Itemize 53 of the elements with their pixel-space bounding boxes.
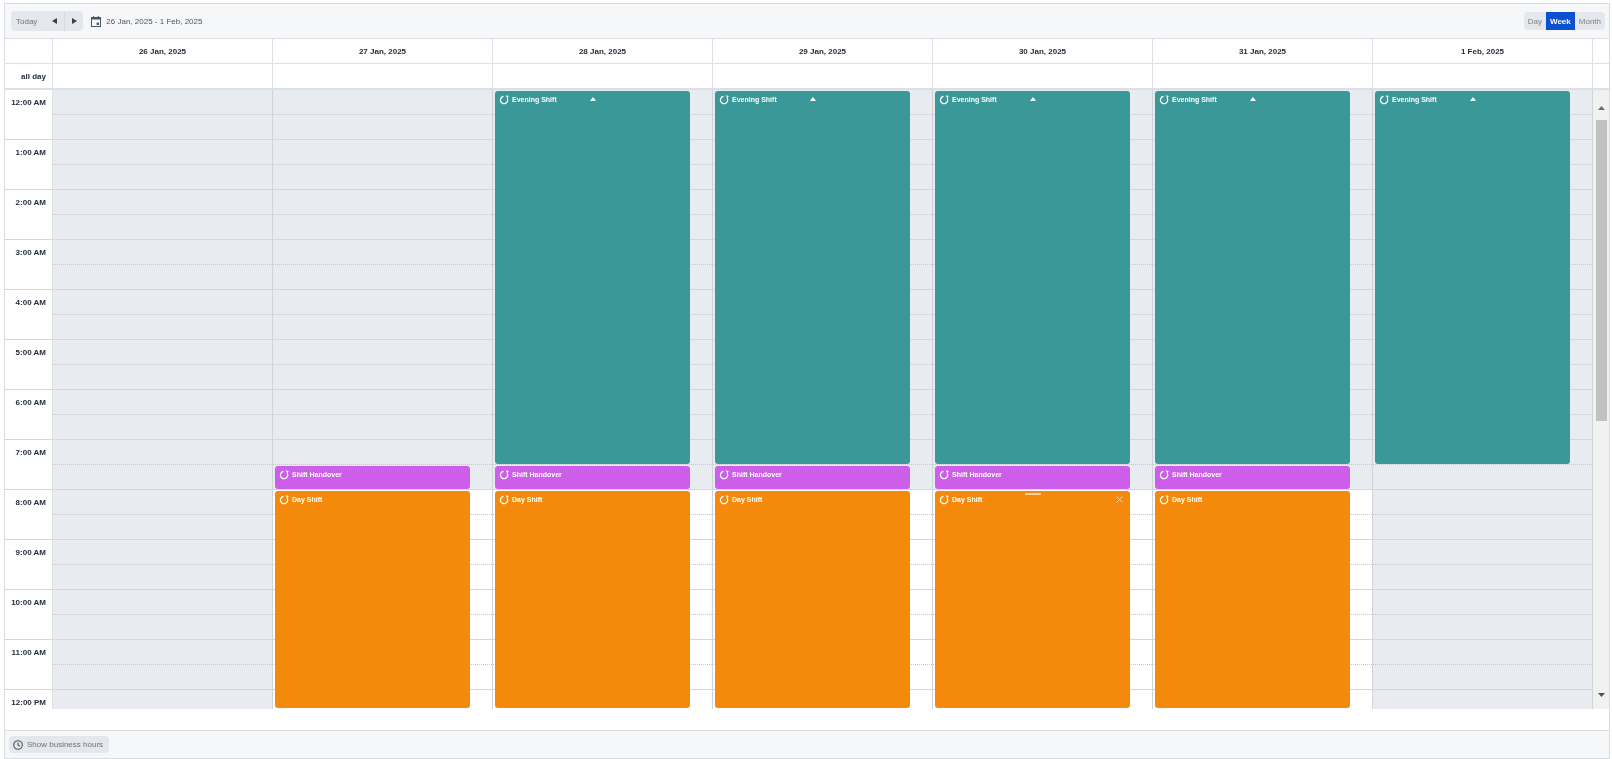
circular-arrow-icon (1159, 495, 1169, 505)
clock-icon (13, 739, 23, 750)
caret-left-icon[interactable] (52, 18, 58, 24)
date-range-button[interactable]: 26 Jan, 2025 - 1 Feb, 2025 (91, 15, 203, 27)
circular-arrow-icon (499, 495, 509, 505)
scrollbar-track[interactable] (1593, 90, 1609, 709)
circular-arrow-icon (939, 95, 949, 105)
circular-arrow-icon (719, 495, 729, 505)
circular-arrow-icon (499, 95, 509, 105)
view-button[interactable]: Month (1574, 12, 1605, 30)
resize-handle[interactable] (1024, 493, 1041, 495)
date-header: 29 Jan, 2025 (713, 39, 933, 63)
time-label: 12:00 AM (11, 98, 46, 108)
time-label: 2:00 AM (15, 198, 46, 208)
time-label: 12:00 PM (11, 698, 46, 708)
circular-arrow-icon (939, 495, 949, 505)
circular-arrow-icon (939, 470, 949, 480)
circular-arrow-icon (279, 495, 289, 505)
circular-arrow-icon (499, 470, 509, 480)
circular-arrow-icon (1379, 95, 1389, 105)
next-button[interactable] (64, 11, 84, 31)
circular-arrow-icon (279, 470, 289, 480)
date-header: 28 Jan, 2025 (493, 39, 713, 63)
circular-arrow-icon (719, 95, 729, 105)
time-label: 7:00 AM (15, 448, 46, 458)
time-label: 8:00 AM (15, 498, 46, 508)
scroll-up-icon[interactable] (1597, 106, 1605, 110)
previous-button[interactable] (45, 11, 65, 31)
view-button[interactable]: Day (1523, 12, 1546, 30)
circular-arrow-icon (719, 470, 729, 480)
circular-arrow-icon (1159, 95, 1169, 105)
time-label: 11:00 AM (11, 648, 46, 658)
time-label: 5:00 AM (15, 348, 46, 358)
date-header: 1 Feb, 2025 (1373, 39, 1593, 63)
business-hours-button[interactable]: Show business hours (9, 736, 110, 753)
time-label: 10:00 AM (11, 598, 46, 608)
circular-arrow-icon (1159, 470, 1169, 480)
scrollbar-thumb[interactable] (1595, 120, 1607, 421)
view-button[interactable]: Week (1546, 12, 1575, 30)
calendar-icon (91, 15, 102, 27)
time-label: 6:00 AM (15, 398, 46, 408)
scroll-down-icon[interactable] (1597, 693, 1605, 697)
date-header: 31 Jan, 2025 (1153, 39, 1373, 63)
date-header: 26 Jan, 2025 (53, 39, 273, 63)
time-label: 9:00 AM (15, 548, 46, 558)
time-label: 1:00 AM (15, 148, 46, 158)
time-label: 3:00 AM (15, 248, 46, 258)
date-header: 30 Jan, 2025 (933, 39, 1153, 63)
all-day-label: all day (5, 64, 53, 88)
date-header: 27 Jan, 2025 (273, 39, 493, 63)
caret-right-icon[interactable] (71, 18, 77, 24)
time-label: 4:00 AM (15, 298, 46, 308)
today-button[interactable]: Today (11, 11, 46, 31)
